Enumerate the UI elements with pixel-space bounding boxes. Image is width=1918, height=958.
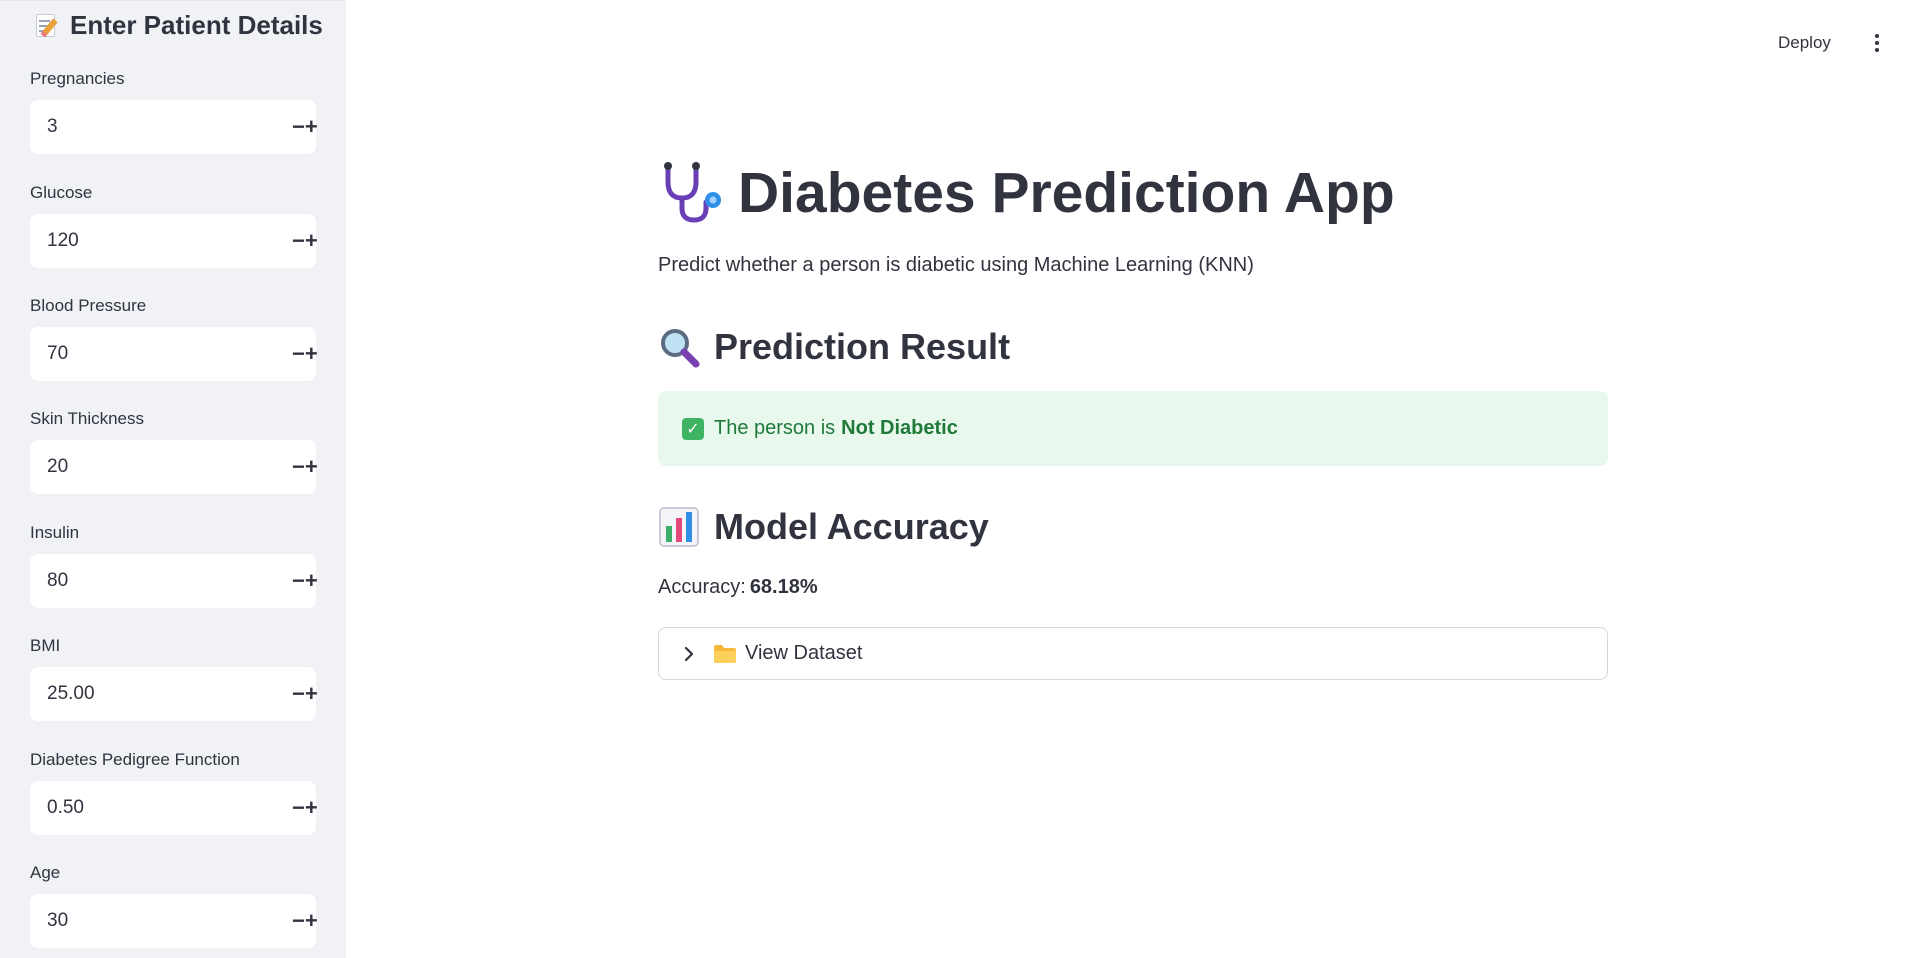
- page-title: Diabetes Prediction App: [658, 158, 1395, 228]
- sidebar-title-text: Enter Patient Details: [70, 9, 323, 40]
- blood-pressure-field: Blood Pressure − +: [30, 295, 318, 381]
- result-prefix: The person is: [714, 417, 836, 439]
- bmi-number-input: − +: [30, 667, 318, 721]
- sidebar: Enter Patient Details Pregnancies − + Gl…: [0, 0, 346, 958]
- field-label: Pregnancies: [30, 69, 125, 88]
- page-title-text: Diabetes Prediction App: [738, 161, 1395, 225]
- diabetes-pedigree-decrement-button[interactable]: −: [292, 781, 305, 835]
- magnifier-icon: [661, 329, 700, 368]
- pregnancies-decrement-button[interactable]: −: [292, 100, 305, 154]
- accuracy-heading-text: Model Accuracy: [714, 506, 989, 547]
- insulin-decrement-button[interactable]: −: [292, 554, 305, 608]
- prediction-result-alert: ✓ The person is Not Diabetic: [658, 391, 1608, 466]
- result-value: Not Diabetic: [841, 417, 958, 439]
- skin-thickness-number-input: − +: [30, 440, 318, 494]
- model-accuracy-heading: Model Accuracy: [658, 504, 989, 550]
- glucose-increment-button[interactable]: +: [305, 214, 318, 268]
- blood-pressure-decrement-button[interactable]: −: [292, 327, 305, 381]
- field-label: Blood Pressure: [30, 296, 147, 315]
- chevron-right-icon: [684, 646, 694, 661]
- glucose-decrement-button[interactable]: −: [292, 214, 305, 268]
- skin-thickness-increment-button[interactable]: +: [305, 440, 318, 494]
- bmi-input[interactable]: [30, 667, 292, 721]
- bar-chart-icon: [659, 507, 699, 547]
- check-mark-icon: ✓: [682, 417, 704, 440]
- diabetes-pedigree-field: Diabetes Pedigree Function − +: [30, 749, 318, 835]
- prediction-result-heading: Prediction Result: [658, 324, 1010, 370]
- skin-thickness-input[interactable]: [30, 440, 292, 494]
- accuracy-label: Accuracy:: [658, 576, 746, 598]
- glucose-input[interactable]: [30, 214, 292, 268]
- page-subtitle: Predict whether a person is diabetic usi…: [658, 254, 1254, 276]
- field-label: Glucose: [30, 183, 93, 202]
- field-label: BMI: [30, 636, 61, 655]
- pregnancies-input[interactable]: [30, 100, 292, 154]
- insulin-field: Insulin − +: [30, 522, 318, 608]
- vertical-dots-icon[interactable]: [1866, 30, 1888, 56]
- age-input[interactable]: [30, 894, 292, 948]
- insulin-number-input: − +: [30, 554, 318, 608]
- bmi-decrement-button[interactable]: −: [292, 667, 305, 721]
- insulin-increment-button[interactable]: +: [305, 554, 318, 608]
- diabetes-pedigree-increment-button[interactable]: +: [305, 781, 318, 835]
- pregnancies-field: Pregnancies − +: [30, 68, 318, 154]
- accuracy-text: Accuracy: 68.18%: [658, 576, 818, 599]
- field-label: Age: [30, 863, 61, 882]
- accuracy-value: 68.18%: [749, 576, 818, 598]
- insulin-input[interactable]: [30, 554, 292, 608]
- sidebar-title: Enter Patient Details: [36, 7, 323, 43]
- pregnancies-increment-button[interactable]: +: [305, 100, 318, 154]
- blood-pressure-increment-button[interactable]: +: [305, 327, 318, 381]
- diabetes-pedigree-number-input: − +: [30, 781, 318, 835]
- memo-icon: [36, 12, 60, 38]
- age-increment-button[interactable]: +: [305, 894, 318, 948]
- field-label: Diabetes Pedigree Function: [30, 750, 240, 769]
- blood-pressure-input[interactable]: [30, 327, 292, 381]
- skin-thickness-decrement-button[interactable]: −: [292, 440, 305, 494]
- bmi-increment-button[interactable]: +: [305, 667, 318, 721]
- view-dataset-label: View Dataset: [745, 642, 863, 664]
- age-decrement-button[interactable]: −: [292, 894, 305, 948]
- stethoscope-icon: [664, 162, 721, 223]
- field-label: Skin Thickness: [30, 409, 145, 428]
- blood-pressure-number-input: − +: [30, 327, 318, 381]
- folder-icon: [714, 644, 736, 663]
- prediction-heading-text: Prediction Result: [714, 326, 1011, 367]
- view-dataset-expander[interactable]: View Dataset: [658, 627, 1608, 680]
- field-label: Insulin: [30, 523, 80, 542]
- glucose-number-input: − +: [30, 214, 318, 268]
- diabetes-pedigree-input[interactable]: [30, 781, 292, 835]
- pregnancies-number-input: − +: [30, 100, 318, 154]
- skin-thickness-field: Skin Thickness − +: [30, 408, 318, 494]
- age-field: Age − +: [30, 862, 318, 948]
- bmi-field: BMI − +: [30, 635, 318, 721]
- age-number-input: − +: [30, 894, 318, 948]
- glucose-field: Glucose − +: [30, 182, 318, 268]
- deploy-button[interactable]: Deploy: [1770, 28, 1839, 58]
